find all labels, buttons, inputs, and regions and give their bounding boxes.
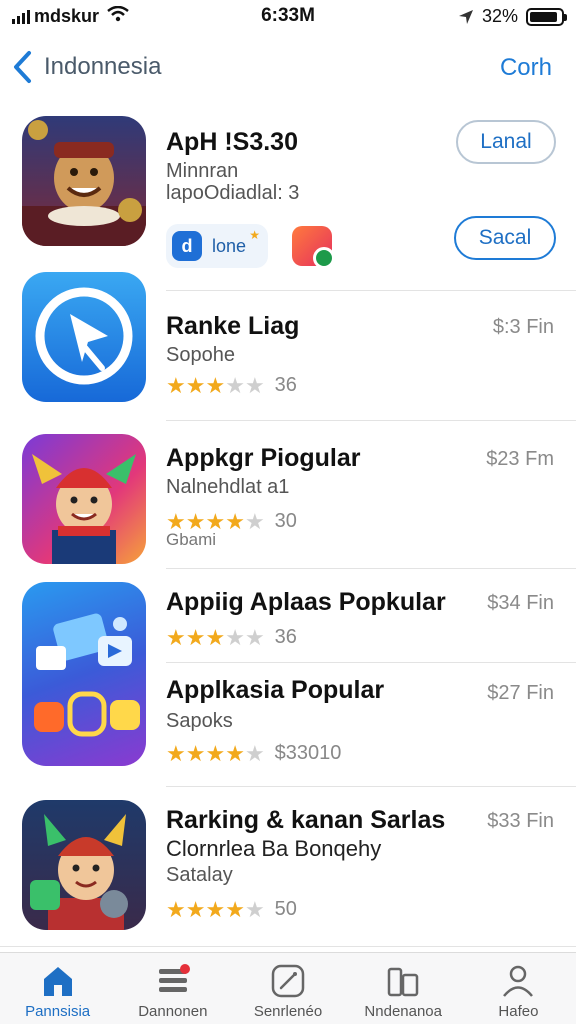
tab-bar: Pannsisia Dannonen Senrlenéo Nndenanoa H… (0, 952, 576, 1024)
tab-label: Nndenanoa (364, 1003, 442, 1020)
chevron-left-icon (14, 51, 31, 83)
app-subtitle: Minnran (166, 160, 239, 182)
list-item[interactable]: Appkgr Piogular Nalnehdlat a1 ★ ★ ★ ★ ★ 30 Gb… (0, 432, 576, 572)
divider (166, 420, 576, 421)
rating-count: $33010 (274, 742, 342, 764)
star-icon: ★ (244, 508, 265, 534)
app-title: Appiig Aplaas Popkular (166, 588, 446, 616)
star-icon: ★ (225, 896, 245, 922)
list-item[interactable]: Appiig Aplaas Popkular ★ ★ ★ ★ ★ 36 $34 Fin (0, 582, 576, 660)
rating-count: 36 (274, 626, 297, 648)
star-icon: ★ (185, 896, 206, 922)
tab-label: Pannsisia (25, 1003, 91, 1020)
app-subtitle: Clornrlea Ba Bonqehy (166, 836, 382, 861)
rating-stars: ★ ★ ★ ★ ★ 36 (166, 626, 297, 649)
tab-label: Senrlenéo (253, 1003, 323, 1020)
back-button[interactable]: Indonnesia (12, 50, 161, 84)
divider (0, 946, 576, 947)
tab-label: Dannonen (138, 1003, 208, 1020)
star-icon: ★ (166, 740, 186, 766)
rating-stars: ★ ★ ★ ★ ★ 36 (166, 374, 297, 397)
app-price[interactable]: $:3 Fin (493, 316, 554, 339)
star-icon: ★ (225, 372, 245, 398)
divider (166, 568, 576, 569)
app-price[interactable]: $33 Fin (487, 810, 554, 833)
battery-icon (526, 7, 567, 26)
app-icon (22, 800, 146, 930)
app-title: Appkgr Piogular (166, 444, 361, 472)
developer-chip-label: lone (212, 235, 247, 256)
star-icon: ★ (225, 740, 245, 766)
star-icon: ★ (166, 624, 186, 650)
star-icon: ★ (244, 624, 265, 650)
star-icon: ★ (185, 624, 206, 650)
developer-chip[interactable]: d lone ★ (166, 224, 268, 268)
app-subtitle: Sopohe (166, 344, 235, 366)
star-icon: ★ (205, 624, 226, 650)
star-icon: ★ (225, 508, 245, 534)
star-icon: ★ (185, 740, 206, 766)
app-icon (22, 272, 146, 402)
star-icon: ★ (249, 228, 260, 242)
app-subtitle: Nalnehdlat a1 (166, 476, 290, 498)
tab-label: Hafeo (498, 1003, 539, 1020)
slash-square-icon (271, 964, 305, 998)
star-icon: ★ (205, 740, 226, 766)
status-bar: mdskur 6:33M 32% (0, 0, 576, 34)
rating-count: 50 (274, 898, 297, 920)
app-title: Ranke Liag (166, 312, 300, 340)
tab-library[interactable]: Nndenanoa (346, 953, 461, 1024)
star-icon: ★ (244, 740, 265, 766)
star-icon: ★ (205, 896, 226, 922)
list-item[interactable]: ApH !S3.30 Minnran lapoOdiadlal: 3 Lanal… (0, 112, 576, 272)
list-item[interactable]: Rarking & kanan Sarlas Clornrlea Ba Bonq… (0, 798, 576, 944)
app-subtitle: Sapoks (166, 710, 233, 732)
app-extra: Satalay (166, 864, 233, 886)
list-icon (158, 964, 190, 992)
person-icon (503, 965, 534, 997)
app-price[interactable]: $34 Fin (487, 592, 554, 615)
nav-right-button[interactable]: Corh (500, 54, 552, 82)
battery-fill (530, 11, 557, 22)
open-button[interactable]: Lanal (456, 120, 556, 164)
divider (166, 786, 576, 787)
books-icon (387, 967, 419, 997)
star-icon: ★ (244, 372, 265, 398)
app-icon (22, 434, 146, 564)
status-right: 32% (458, 6, 567, 27)
star-icon: ★ (225, 624, 245, 650)
back-label: Indonnesia (44, 53, 162, 80)
star-icon: ★ (185, 372, 206, 398)
battery-percent: 32% (481, 6, 518, 26)
app-extra: Gbami (166, 530, 217, 549)
tab-search[interactable]: Senrlenéo (230, 953, 345, 1024)
app-title: Rarking & kanan Sarlas (166, 806, 446, 834)
star-icon: ★ (205, 372, 226, 398)
navigation-bar: Indonnesia Corh (0, 44, 576, 94)
list-item[interactable]: Applkasia Popular Sapoks ★ ★ ★ ★ ★ $33010 $27… (0, 668, 576, 778)
mini-app-icon[interactable] (292, 226, 335, 269)
rating-count: 36 (274, 374, 297, 396)
location-arrow-icon (458, 9, 473, 24)
star-icon: ★ (166, 372, 186, 398)
rating-count: 30 (274, 510, 297, 532)
app-price[interactable]: $23 Fm (486, 448, 554, 471)
star-icon: ★ (244, 896, 265, 922)
app-title: ApH !S3.30 (166, 128, 298, 156)
app-icon (22, 116, 146, 246)
tab-profile[interactable]: Hafeo (461, 953, 576, 1024)
get-button[interactable]: Sacal (454, 216, 556, 260)
rating-stars: ★ ★ ★ ★ ★ $33010 (166, 742, 341, 765)
tab-home[interactable]: Pannsisia (0, 953, 115, 1024)
home-icon (43, 967, 72, 996)
rating-stars: ★ ★ ★ ★ ★ 50 (166, 898, 297, 921)
tab-list[interactable]: Dannonen (115, 953, 230, 1024)
developer-logo: d (172, 231, 202, 261)
app-price[interactable]: $27 Fin (487, 682, 554, 705)
divider (166, 662, 576, 663)
app-subtitle-2: lapoOdiadlal: 3 (166, 182, 300, 204)
list-item[interactable]: Ranke Liag Sopohe ★ ★ ★ ★ ★ 36 $:3 Fin (0, 272, 576, 420)
star-icon: ★ (166, 896, 186, 922)
app-title: Applkasia Popular (166, 676, 385, 704)
